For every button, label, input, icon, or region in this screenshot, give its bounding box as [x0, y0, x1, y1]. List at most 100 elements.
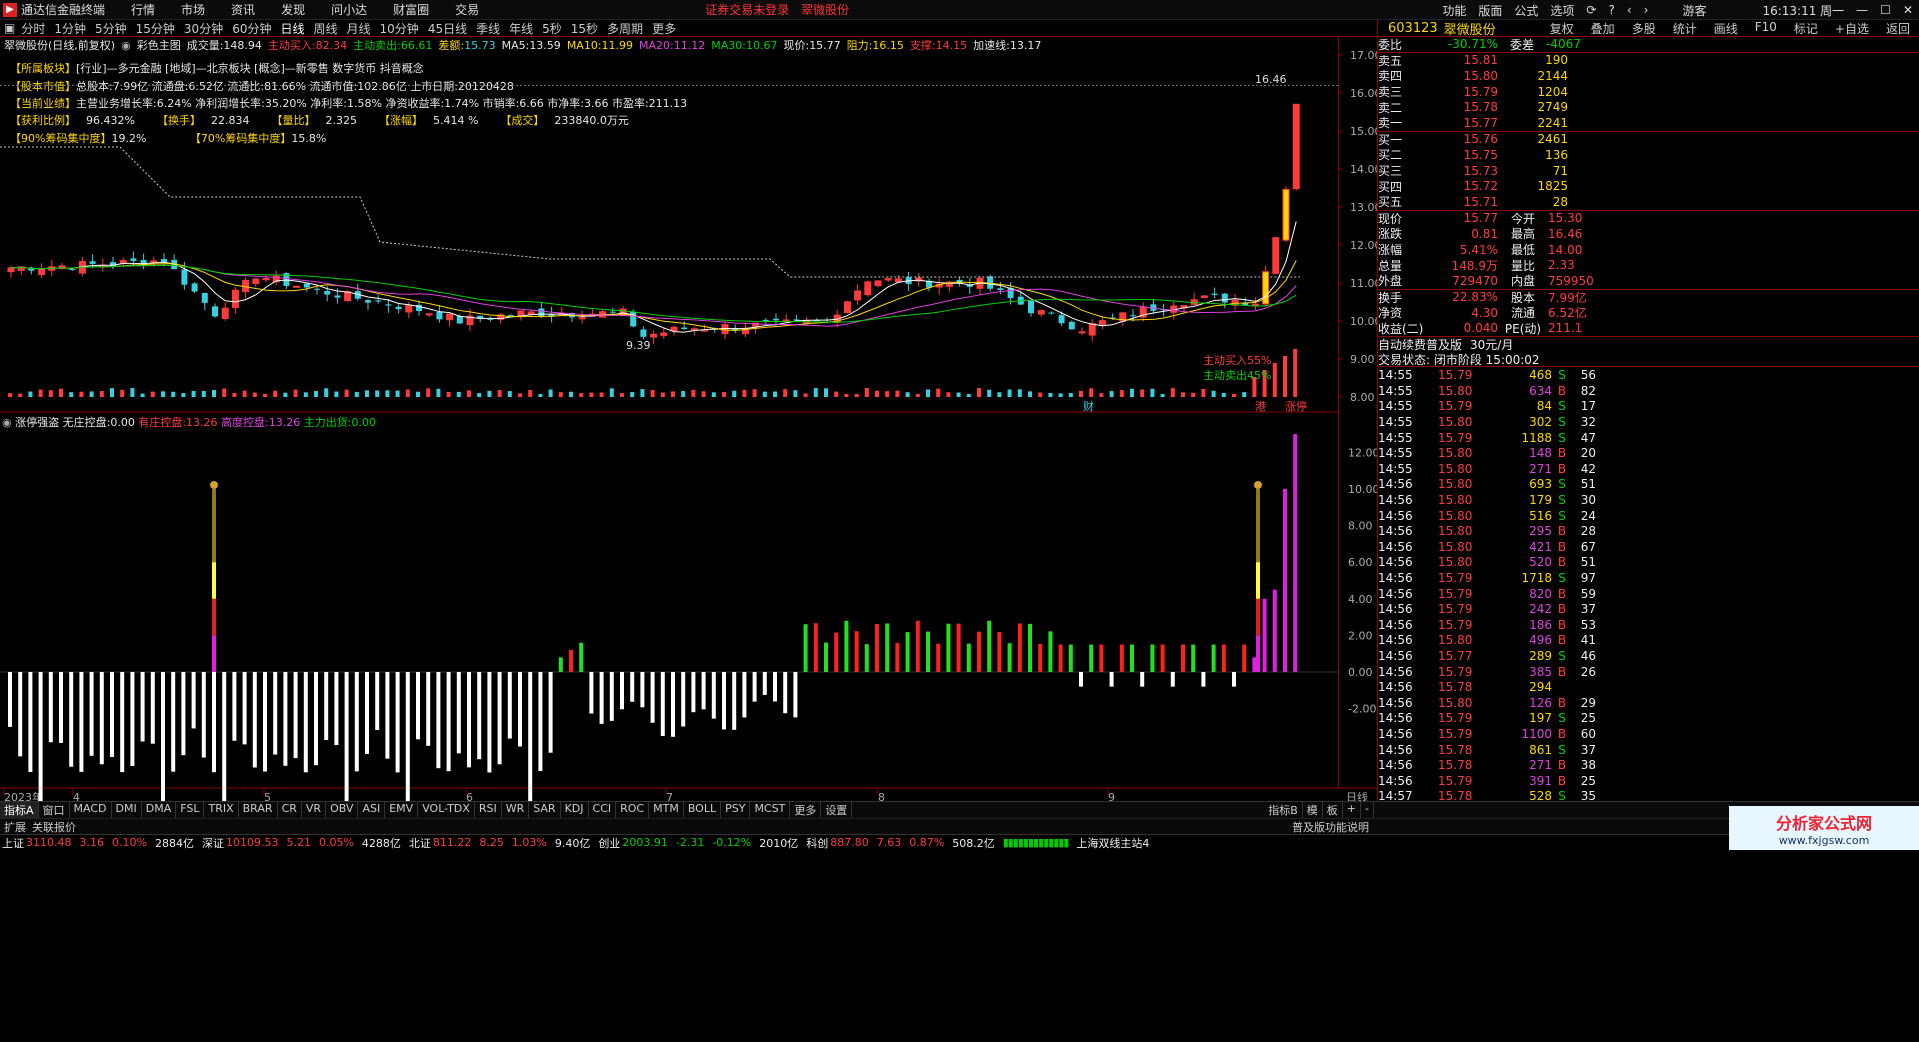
- minimize-icon[interactable]: —: [1856, 3, 1868, 17]
- tick-row[interactable]: 14:56 15.79 1100 B 60: [1378, 726, 1919, 742]
- indicator-tab[interactable]: 更多: [790, 802, 822, 818]
- cy-index[interactable]: 2003.91: [622, 836, 668, 849]
- indicator-b-tab[interactable]: -: [1361, 802, 1374, 818]
- indicator-tab[interactable]: CR: [278, 802, 302, 818]
- book-row[interactable]: 买五 15.71 28: [1378, 194, 1919, 210]
- period-tab[interactable]: 15秒: [571, 20, 598, 37]
- indicator-tab[interactable]: MTM: [649, 802, 684, 818]
- menu-ask[interactable]: 问小达: [331, 1, 367, 18]
- indicator-tab[interactable]: DMI: [112, 802, 142, 818]
- book-row[interactable]: 买一 15.76 2461: [1378, 132, 1919, 148]
- maximize-icon[interactable]: ☐: [1880, 3, 1891, 17]
- indicator-tab[interactable]: 窗口: [39, 802, 70, 818]
- tick-row[interactable]: 14:56 15.80 421 B 67: [1378, 539, 1919, 555]
- menu-formula[interactable]: 公式: [1514, 2, 1538, 19]
- indicator-tab[interactable]: VR: [302, 802, 327, 818]
- menu-wealth[interactable]: 财富圈: [393, 1, 429, 18]
- tick-row[interactable]: 14:55 15.79 84 S 17: [1378, 399, 1919, 415]
- tick-row[interactable]: 14:56 15.78 861 S 37: [1378, 742, 1919, 758]
- tick-row[interactable]: 14:56 15.79 385 B 26: [1378, 664, 1919, 680]
- menu-layout[interactable]: 版面: [1478, 2, 1502, 19]
- indicator-tab[interactable]: OBV: [326, 802, 359, 818]
- period-tab[interactable]: 30分钟: [184, 20, 223, 37]
- indicator-b-tab[interactable]: 指标B: [1264, 802, 1303, 818]
- period-tab[interactable]: 分时: [21, 20, 45, 37]
- indicator-tab[interactable]: SAR: [529, 802, 561, 818]
- indicator-tab[interactable]: 指标A: [0, 802, 39, 818]
- book-row[interactable]: 卖三 15.79 1204: [1378, 84, 1919, 100]
- tick-row[interactable]: 14:56 15.79 1718 S 97: [1378, 570, 1919, 586]
- indicator-tab[interactable]: CCI: [589, 802, 617, 818]
- menu-function[interactable]: 功能: [1442, 2, 1466, 19]
- indicator-tab[interactable]: MCST: [750, 802, 791, 818]
- tick-row[interactable]: 14:55 15.80 271 B 42: [1378, 461, 1919, 477]
- tick-row[interactable]: 14:56 15.80 516 S 24: [1378, 508, 1919, 524]
- promo-row[interactable]: 自动续费普及版 30元/月: [1378, 336, 1919, 352]
- tick-row[interactable]: 14:56 15.79 197 S 25: [1378, 711, 1919, 727]
- forward-icon[interactable]: ›: [1644, 3, 1649, 17]
- menu-trade[interactable]: 交易: [455, 1, 479, 18]
- login-notice[interactable]: 证券交易未登录: [705, 1, 789, 18]
- indicator-tab[interactable]: EMV: [385, 802, 419, 818]
- period-tab[interactable]: 45日线: [428, 20, 467, 37]
- indicator-b-tab[interactable]: +: [1343, 802, 1362, 818]
- book-row[interactable]: 买四 15.72 1825: [1378, 178, 1919, 194]
- sidebar-toggle-icon[interactable]: ▣: [4, 21, 15, 35]
- book-row[interactable]: 卖四 15.80 2144: [1378, 68, 1919, 84]
- indicator-tab[interactable]: MACD: [70, 802, 112, 818]
- menu-quotes[interactable]: 行情: [131, 1, 155, 18]
- indicator-tab[interactable]: BOLL: [684, 802, 722, 818]
- indicator-b-tab[interactable]: 板: [1323, 802, 1343, 818]
- indicator-tab[interactable]: 设置: [821, 802, 853, 818]
- kc-index[interactable]: 887.80: [830, 836, 869, 849]
- tick-row[interactable]: 14:56 15.80 496 B 41: [1378, 633, 1919, 649]
- menu-market[interactable]: 市场: [181, 1, 205, 18]
- back-icon[interactable]: ‹: [1627, 3, 1632, 17]
- indicator-tab[interactable]: TRIX: [204, 802, 239, 818]
- menu-news[interactable]: 资讯: [231, 1, 255, 18]
- indicator-tab[interactable]: RSI: [475, 802, 502, 818]
- indicator-tab[interactable]: VOL-TDX: [418, 802, 475, 818]
- refresh-icon[interactable]: ⟳: [1586, 3, 1596, 17]
- sh-index[interactable]: 3110.48: [26, 836, 72, 849]
- period-tab[interactable]: 月线: [347, 20, 371, 37]
- period-tab[interactable]: 15分钟: [136, 20, 175, 37]
- feature-link[interactable]: 普及版功能说明: [1292, 819, 1369, 835]
- tick-row[interactable]: 14:55 15.80 634 B 82: [1378, 383, 1919, 399]
- indicator-tab[interactable]: PSY: [721, 802, 751, 818]
- period-tab[interactable]: 多周期: [607, 20, 643, 37]
- tick-row[interactable]: 14:56 15.78 271 B 38: [1378, 757, 1919, 773]
- period-tab[interactable]: 1分钟: [54, 20, 86, 37]
- kline-chart[interactable]: 17.00 16.00 15.00 14.00 13.00 12.00 11.00 10.00…: [0, 37, 1377, 801]
- book-row[interactable]: 买三 15.73 71: [1378, 163, 1919, 179]
- bz-index[interactable]: 811.22: [433, 836, 472, 849]
- book-row[interactable]: 买二 15.75 136: [1378, 147, 1919, 163]
- period-tab[interactable]: 5分钟: [95, 20, 127, 37]
- tick-row[interactable]: 14:56 15.79 820 B 59: [1378, 586, 1919, 602]
- indicator-tab[interactable]: FSL: [176, 802, 205, 818]
- indicator-tab[interactable]: KDJ: [561, 802, 589, 818]
- indicator-tab[interactable]: BRAR: [239, 802, 278, 818]
- period-tab[interactable]: 季线: [476, 20, 500, 37]
- tick-row[interactable]: 14:55 15.80 302 S 32: [1378, 414, 1919, 430]
- indicator-tab[interactable]: ROC: [616, 802, 650, 818]
- help-icon[interactable]: ?: [1608, 3, 1614, 17]
- tick-row[interactable]: 14:56 15.80 520 B 51: [1378, 555, 1919, 571]
- tick-row[interactable]: 14:56 15.80 126 B 29: [1378, 695, 1919, 711]
- period-tab[interactable]: 周线: [314, 20, 338, 37]
- tick-row[interactable]: 14:56 15.79 242 B 37: [1378, 601, 1919, 617]
- sz-index[interactable]: 10109.53: [226, 836, 279, 849]
- tab-related-quotes[interactable]: 关联报价: [32, 819, 76, 835]
- period-tab[interactable]: 年线: [509, 20, 533, 37]
- book-row[interactable]: 卖二 15.78 2749: [1378, 99, 1919, 115]
- book-row[interactable]: 卖五 15.81 190: [1378, 53, 1919, 69]
- tick-row[interactable]: 14:56 15.80 295 B 28: [1378, 523, 1919, 539]
- period-tab[interactable]: 10分钟: [380, 20, 419, 37]
- indicator-tab[interactable]: WR: [502, 802, 530, 818]
- period-tab[interactable]: 更多: [652, 20, 676, 37]
- indicator-b-tab[interactable]: 模: [1303, 802, 1323, 818]
- tick-row[interactable]: 14:56 15.80 179 S 30: [1378, 492, 1919, 508]
- tab-extend[interactable]: 扩展: [4, 819, 26, 835]
- indicator-tab[interactable]: ASI: [358, 802, 386, 818]
- tick-list[interactable]: 14:55 15.79 468 S 56 14:55 15.80 634 B 82 14:55 15.…: [1378, 367, 1919, 819]
